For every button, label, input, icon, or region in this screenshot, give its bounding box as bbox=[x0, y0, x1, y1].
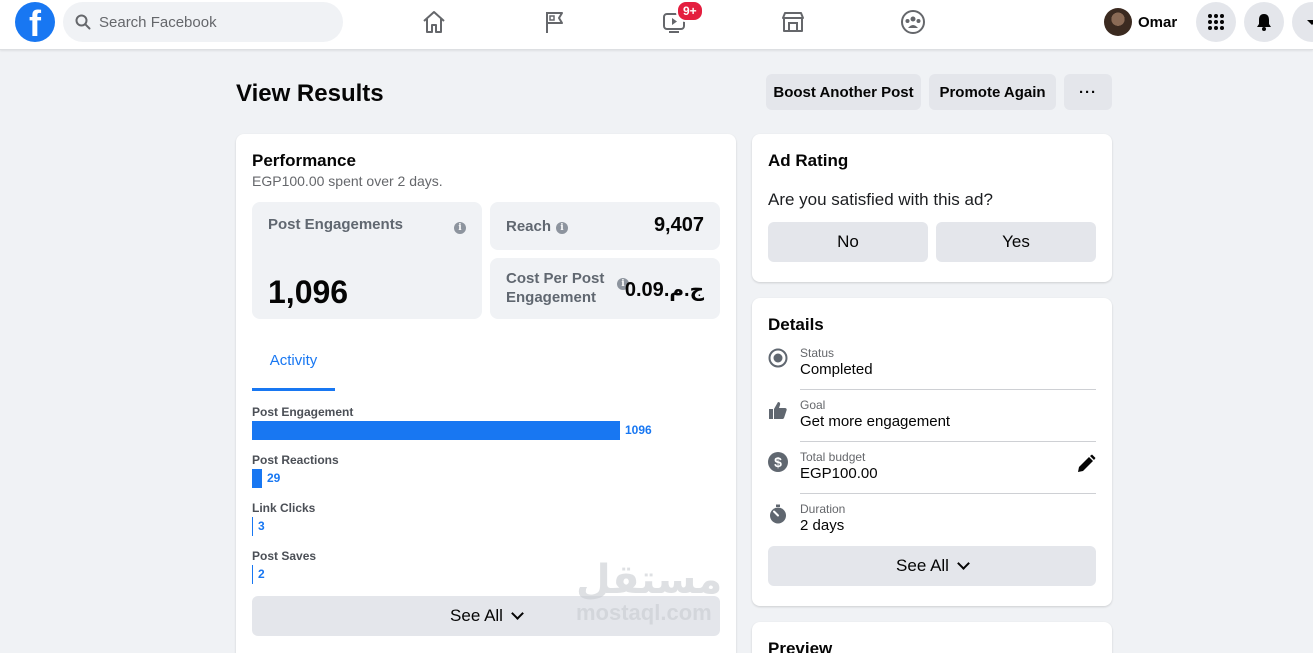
metric-label: Reach bbox=[506, 218, 552, 235]
detail-duration: Duration 2 days bbox=[768, 502, 1096, 538]
bar-value-label: 29 bbox=[267, 471, 281, 485]
info-icon[interactable]: i bbox=[454, 222, 466, 234]
metric-value: ج.م.0.09 bbox=[624, 279, 704, 301]
grid-menu-icon bbox=[1208, 14, 1224, 30]
dollar-icon: $ bbox=[768, 452, 788, 472]
detail-value: 2 days bbox=[800, 517, 845, 534]
detail-value: Completed bbox=[800, 361, 873, 378]
spend-amount: EGP100.00 bbox=[252, 173, 325, 189]
bar-value-label: 1096 bbox=[625, 423, 652, 437]
see-all-label: See All bbox=[896, 556, 949, 575]
status-radio-icon bbox=[768, 348, 788, 368]
more-options-button[interactable]: ··· bbox=[1064, 74, 1112, 110]
detail-value: EGP100.00 bbox=[800, 465, 878, 482]
caret-down-icon bbox=[1307, 20, 1313, 25]
notifications-button[interactable] bbox=[1244, 2, 1284, 42]
ad-rating-title: Ad Rating bbox=[768, 151, 849, 170]
search-box[interactable] bbox=[63, 2, 343, 42]
cost-per-engagement-metric: Cost Per Post Engagement i ج.م.0.09 bbox=[490, 258, 720, 319]
detail-status: Status Completed bbox=[768, 346, 1096, 382]
promote-again-button[interactable]: Promote Again bbox=[929, 74, 1056, 110]
chevron-down-icon bbox=[957, 557, 970, 570]
divider bbox=[800, 441, 1096, 442]
spend-summary: EGP100.00 spent over 2 days. bbox=[252, 173, 443, 189]
watermark-latin: mostaql.com bbox=[576, 600, 712, 625]
metric-value: 1,096 bbox=[268, 274, 349, 310]
metric-value: 9,407 bbox=[653, 214, 704, 236]
spend-duration: 2 days. bbox=[397, 173, 443, 189]
info-icon[interactable]: i bbox=[556, 222, 568, 234]
bar-mark bbox=[252, 469, 262, 488]
see-all-label: See All bbox=[450, 606, 503, 625]
notification-badge: 9+ bbox=[676, 0, 704, 22]
stopwatch-icon bbox=[770, 504, 786, 524]
bar-value-label: 2 bbox=[258, 567, 265, 581]
metric-label: Post Engagements bbox=[268, 216, 404, 233]
avatar bbox=[1104, 8, 1132, 36]
search-input[interactable] bbox=[99, 13, 319, 31]
menu-button[interactable] bbox=[1196, 2, 1236, 42]
details-title: Details bbox=[768, 315, 824, 334]
divider bbox=[800, 493, 1096, 494]
detail-goal: Goal Get more engagement bbox=[768, 398, 1096, 434]
details-see-all-button[interactable]: See All bbox=[768, 546, 1096, 586]
nav-watch[interactable]: 9+ bbox=[654, 0, 704, 38]
top-nav-bar: f 9+ Omar bbox=[0, 0, 1313, 50]
preview-title: Preview bbox=[768, 639, 833, 653]
watermark-logo: مستقل mostaql.com bbox=[576, 560, 722, 626]
metric-label-line-1: Cost Per Post bbox=[506, 270, 605, 287]
performance-title: Performance bbox=[252, 151, 356, 170]
nav-pages[interactable] bbox=[535, 6, 575, 38]
detail-key: Goal bbox=[800, 398, 826, 412]
edit-pencil-icon[interactable] bbox=[1076, 454, 1096, 474]
metric-label-line-2: Engagement bbox=[506, 289, 597, 306]
nav-home[interactable] bbox=[414, 6, 454, 38]
bar-value-label: 3 bbox=[258, 519, 265, 533]
watermark-arabic: مستقل bbox=[576, 557, 723, 603]
detail-key: Status bbox=[800, 346, 835, 360]
nav-groups[interactable] bbox=[893, 6, 933, 38]
page-title: View Results bbox=[236, 80, 384, 107]
search-icon bbox=[75, 14, 91, 30]
bell-icon bbox=[1257, 14, 1271, 31]
bar-mark bbox=[252, 421, 620, 440]
rating-yes-button[interactable]: Yes bbox=[936, 222, 1096, 262]
divider bbox=[800, 389, 1096, 390]
post-engagements-metric: Post Engagements i 1,096 bbox=[252, 202, 482, 319]
nav-marketplace[interactable] bbox=[773, 6, 813, 38]
shop-icon bbox=[782, 12, 804, 32]
boost-another-post-button[interactable]: Boost Another Post bbox=[766, 74, 921, 110]
bar-category-label: Post Engagement bbox=[252, 405, 354, 419]
rating-no-button[interactable]: No bbox=[768, 222, 928, 262]
profile-shortcut[interactable]: Omar bbox=[1104, 8, 1177, 36]
bar-category-label: Link Clicks bbox=[252, 501, 316, 515]
spend-connector: spent over bbox=[324, 173, 398, 189]
bar-mark bbox=[252, 565, 253, 584]
tab-activity[interactable]: Activity bbox=[252, 340, 335, 391]
facebook-logo-icon[interactable]: f bbox=[15, 2, 55, 42]
detail-budget: $ Total budget EGP100.00 bbox=[768, 450, 1096, 486]
groups-icon bbox=[901, 10, 925, 34]
account-button[interactable] bbox=[1292, 2, 1313, 42]
detail-key: Total budget bbox=[800, 450, 866, 464]
bar-category-label: Post Saves bbox=[252, 549, 317, 563]
chevron-down-icon bbox=[511, 607, 524, 620]
detail-value: Get more engagement bbox=[800, 413, 951, 430]
bar-mark bbox=[252, 517, 253, 536]
svg-text:$: $ bbox=[774, 454, 782, 470]
home-icon bbox=[423, 11, 445, 33]
bar-category-label: Post Reactions bbox=[252, 453, 339, 467]
detail-key: Duration bbox=[800, 502, 846, 516]
ad-rating-question: Are you satisfied with this ad? bbox=[768, 190, 993, 209]
flag-icon bbox=[546, 12, 563, 33]
profile-name: Omar bbox=[1138, 13, 1178, 31]
reach-metric: Reach i 9,407 bbox=[490, 202, 720, 250]
thumbs-up-icon bbox=[769, 402, 787, 419]
